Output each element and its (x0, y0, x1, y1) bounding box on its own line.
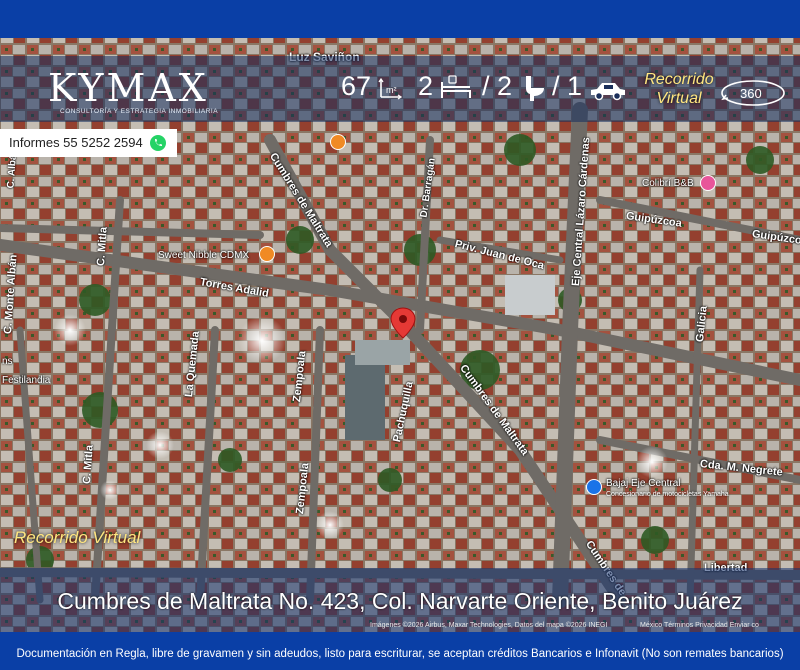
brand-logo: KYMAX (48, 66, 209, 110)
poi-label[interactable]: Colibrí B&B (642, 178, 694, 189)
poi-label[interactable]: Sweet Nibble CDMX (158, 250, 249, 261)
hotel-pin-icon[interactable] (700, 175, 716, 191)
bedrooms-value: 2 (418, 71, 434, 101)
virtual-tour-link[interactable]: Recorrido Virtual (640, 70, 718, 108)
property-address: Cumbres de Maltrata No. 423, Col. Narvar… (57, 588, 743, 614)
brand-tagline: CONSULTORÍA Y ESTRATEGIA INMOBILIARIA (60, 108, 219, 115)
contact-phone[interactable]: Informes 55 5252 2594 (9, 135, 143, 150)
contact-box[interactable]: Informes 55 5252 2594 (0, 129, 177, 157)
restaurant-pin-icon[interactable] (259, 246, 275, 262)
map-links[interactable]: México Términos Privacidad Enviar co (640, 622, 759, 629)
poi-label[interactable]: Festilandia (2, 375, 50, 386)
virtual-tour-link-bottom[interactable]: Recorrido Virtual (14, 528, 140, 548)
poi-label[interactable]: Bajaj Eje Central (606, 478, 680, 489)
parking-value: / 1 (552, 71, 583, 101)
poi-label[interactable]: ns (2, 356, 13, 367)
top-bar (0, 0, 800, 38)
360-label: 360 (740, 86, 762, 101)
footer-disclaimer: Documentación en Regla, libre de gravame… (16, 648, 784, 660)
whatsapp-icon[interactable] (150, 135, 166, 151)
bathrooms-value: / 2 (482, 71, 513, 101)
bed-icon (441, 75, 471, 98)
restaurant-pin-icon[interactable] (330, 134, 346, 150)
360-icon[interactable]: 360 (720, 78, 786, 108)
poi-sublabel: Concesionario de motocicletas Yamaha (606, 491, 729, 498)
map-attribution: Imágenes ©2026 Airbus, Maxar Technologie… (370, 622, 608, 629)
toilet-icon (526, 76, 544, 101)
svg-text:m²: m² (386, 85, 397, 95)
shop-pin-icon[interactable] (586, 479, 602, 495)
car-icon (591, 83, 625, 101)
area-m2-icon: m² (378, 77, 403, 100)
area-value: 67 (341, 71, 372, 101)
